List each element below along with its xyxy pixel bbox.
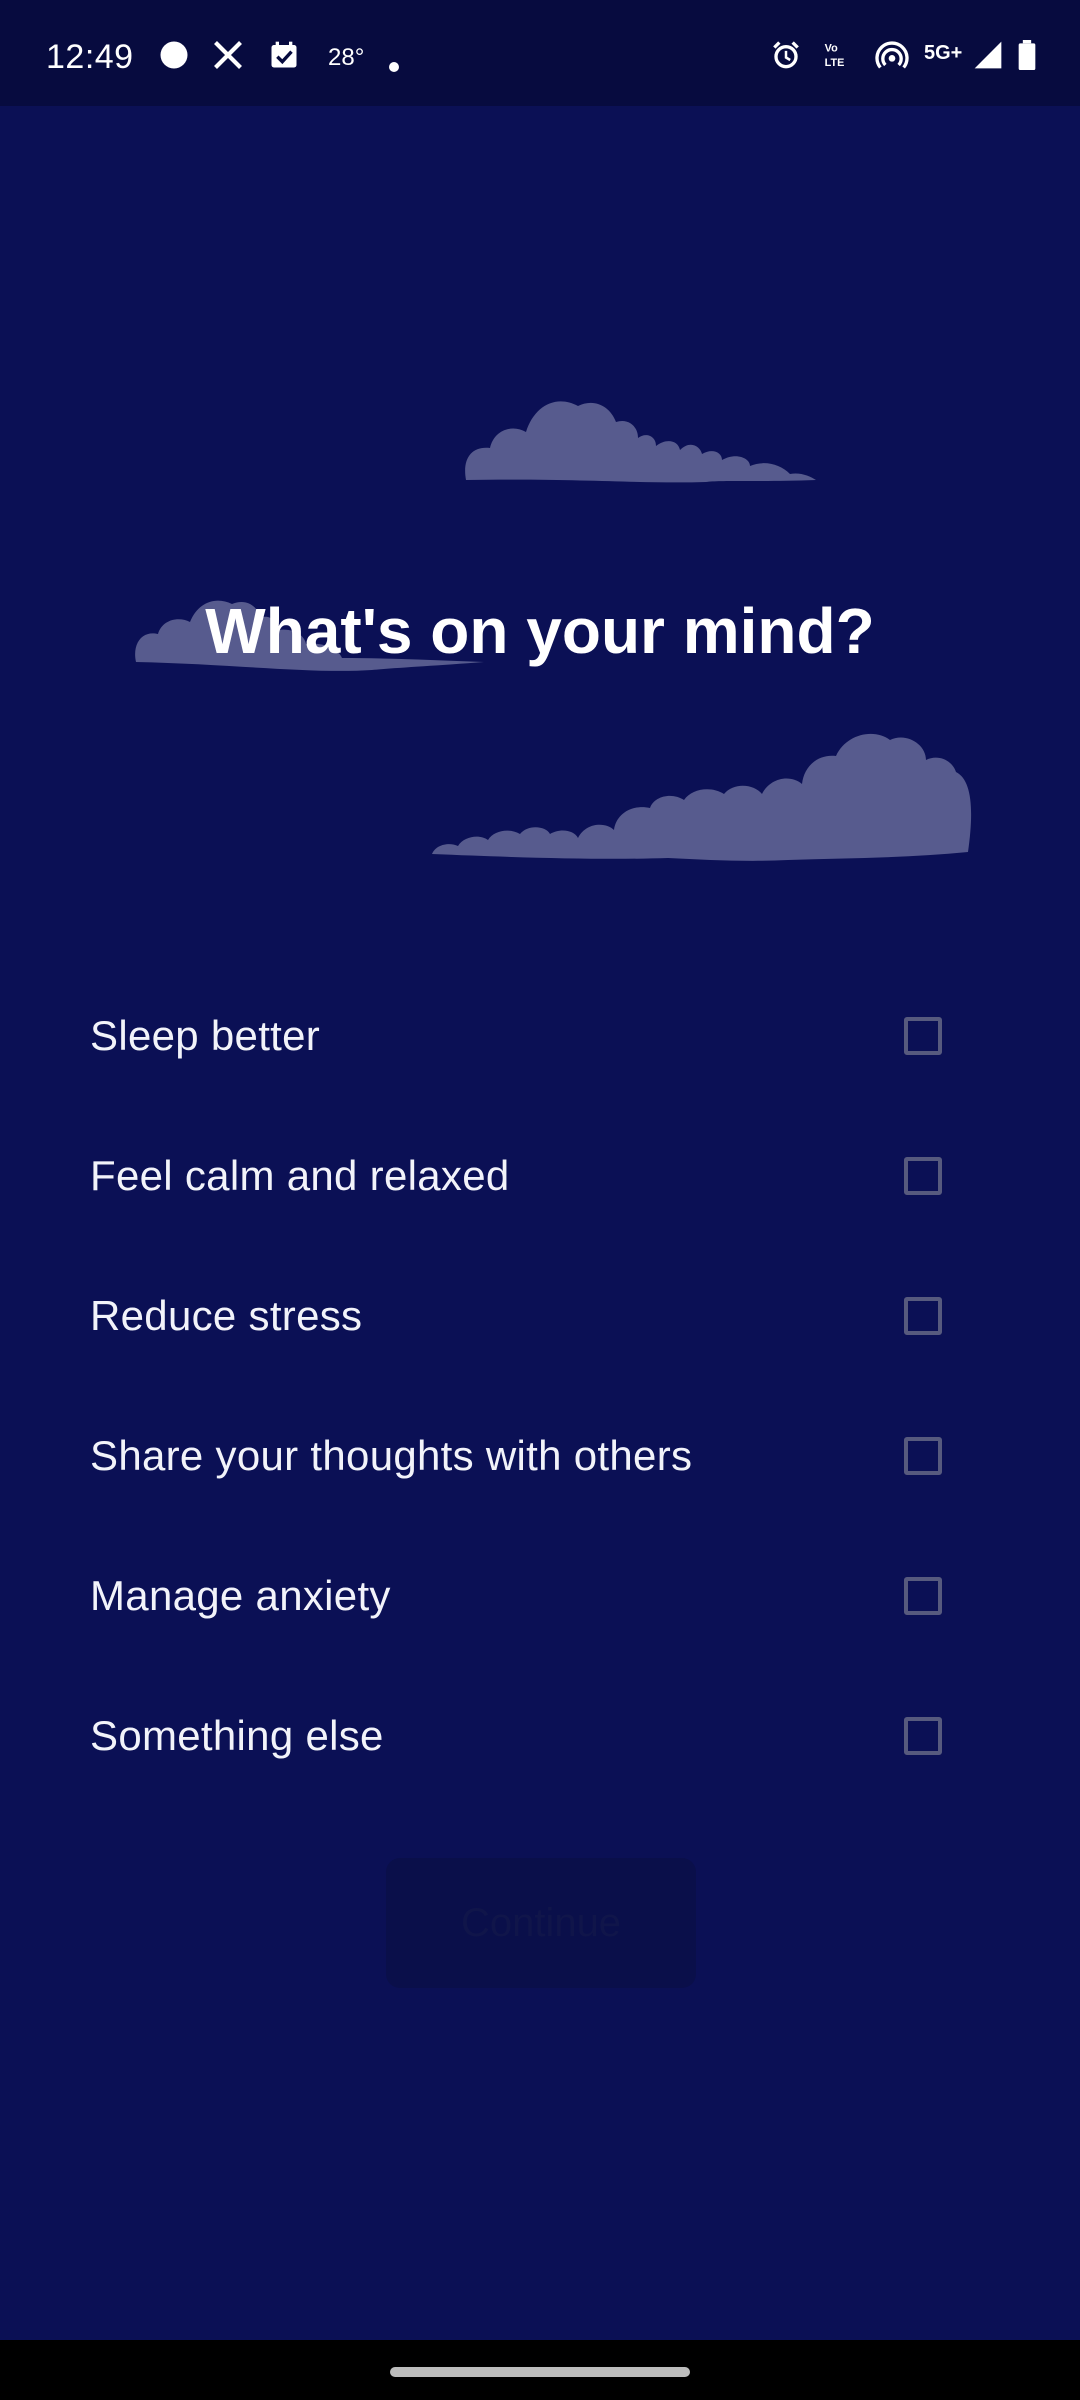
- alarm-icon: [773, 41, 799, 69]
- option-manage-anxiety[interactable]: Manage anxiety: [90, 1536, 950, 1656]
- option-label: Something else: [90, 1712, 384, 1759]
- screen-content: What's on your mind? Sleep better Feel c…: [0, 106, 1080, 2340]
- option-label: Reduce stress: [90, 1292, 363, 1339]
- cloud-illustration: [465, 401, 816, 483]
- checkbox[interactable]: [904, 1577, 942, 1615]
- volte-icon: Vo LTE: [825, 43, 845, 69]
- battery-icon: [1018, 40, 1036, 70]
- option-sleep-better[interactable]: Sleep better: [90, 976, 950, 1096]
- calendar-icon: [271, 41, 297, 68]
- continue-button[interactable]: Continue: [386, 1858, 696, 1988]
- option-share-thoughts[interactable]: Share your thoughts with others: [90, 1396, 950, 1516]
- checkbox[interactable]: [904, 1717, 942, 1755]
- home-indicator[interactable]: [390, 2367, 690, 2377]
- page-title: What's on your mind?: [205, 595, 875, 667]
- cloud-illustration: [432, 733, 972, 861]
- option-label: Sleep better: [90, 1012, 321, 1059]
- status-bar: 12:49 28° Vo LTE 5G+: [0, 0, 1080, 106]
- hotspot-icon: [875, 41, 909, 69]
- option-something-else[interactable]: Something else: [90, 1676, 950, 1796]
- svg-text:Vo: Vo: [825, 43, 838, 55]
- option-reduce-stress[interactable]: Reduce stress: [90, 1256, 950, 1376]
- 5g-signal-icon: 5G+: [924, 42, 963, 64]
- x-app-icon: [214, 41, 242, 69]
- option-label: Share your thoughts with others: [90, 1432, 693, 1479]
- checkbox[interactable]: [904, 1017, 942, 1055]
- option-label: Feel calm and relaxed: [90, 1152, 510, 1199]
- checkbox[interactable]: [904, 1297, 942, 1335]
- status-time: 12:49: [46, 38, 134, 76]
- checkbox[interactable]: [904, 1437, 942, 1475]
- checkbox[interactable]: [904, 1157, 942, 1195]
- svg-text:LTE: LTE: [825, 57, 845, 69]
- status-temperature: 28°: [328, 44, 365, 71]
- option-feel-calm-and-relaxed[interactable]: Feel calm and relaxed: [90, 1116, 950, 1236]
- dot-icon: [389, 62, 399, 72]
- option-label: Manage anxiety: [90, 1572, 391, 1619]
- circle-app-icon: [160, 41, 188, 69]
- signal-icon: [974, 41, 1002, 69]
